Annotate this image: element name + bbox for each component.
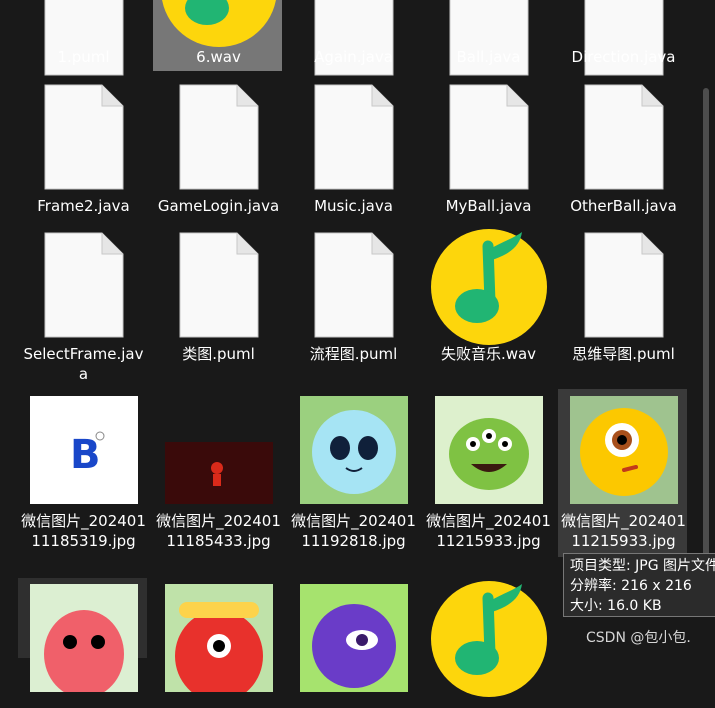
file-name-label: GameLogin.java <box>157 197 280 215</box>
file-name-label: 流程图.puml <box>309 345 398 363</box>
image-thumbnail: B <box>29 396 138 504</box>
file-info-tooltip: 项目类型: JPG 图片文件 分辨率: 216 x 216 大小: 16.0 K… <box>563 553 715 617</box>
document-file-icon <box>584 232 664 338</box>
svg-text:B: B <box>70 432 101 478</box>
image-thumbnail <box>434 396 543 504</box>
document-file-icon <box>314 84 394 190</box>
file-name-label: 微信图片_20240111192818.jpg <box>291 512 416 550</box>
image-thumbnail <box>29 584 138 692</box>
file-name-label: 失败音乐.wav <box>440 345 537 363</box>
document-file-icon <box>584 84 664 190</box>
document-file-icon <box>179 84 259 190</box>
image-thumbnail <box>299 396 408 504</box>
image-thumbnail <box>569 396 678 504</box>
file-name-label: 微信图片_20240111215933.jpg <box>561 512 686 550</box>
file-name-label: 思维导图.puml <box>572 345 675 363</box>
file-name-label: 微信图片_20240111185319.jpg <box>21 512 146 550</box>
file-name-label: Ball.java <box>456 48 521 66</box>
image-thumbnail <box>299 584 408 692</box>
file-name-label: SelectFrame.java <box>23 345 144 383</box>
file-name-label: 微信图片_20240111185433.jpg <box>156 512 281 550</box>
file-name-label: Direction.java <box>571 48 676 66</box>
image-thumbnail <box>164 396 273 504</box>
document-file-icon <box>44 84 124 190</box>
watermark: CSDN @包小包. <box>586 630 691 646</box>
image-thumbnail <box>164 584 273 692</box>
document-file-icon <box>314 232 394 338</box>
file-name-label: OtherBall.java <box>570 197 677 215</box>
file-name-label: 1.puml <box>57 48 110 66</box>
document-file-icon <box>179 232 259 338</box>
music-file-icon <box>430 228 548 346</box>
document-file-icon <box>44 232 124 338</box>
vertical-scrollbar[interactable] <box>703 88 709 556</box>
music-file-icon <box>160 0 278 48</box>
tooltip-resolution: 分辨率: 216 x 216 <box>570 578 692 594</box>
file-name-label: 6.wav <box>196 48 241 66</box>
file-name-label: Music.java <box>314 197 393 215</box>
file-name-label: MyBall.java <box>445 197 532 215</box>
file-name-label: Again.java <box>314 48 393 66</box>
tooltip-type: 项目类型: JPG 图片文件 <box>570 558 715 574</box>
music-file-icon <box>430 580 548 698</box>
tooltip-size: 大小: 16.0 KB <box>570 598 662 614</box>
file-name-label: 类图.puml <box>182 345 255 363</box>
file-name-label: Frame2.java <box>37 197 130 215</box>
document-file-icon <box>449 84 529 190</box>
file-name-label: 微信图片_20240111215933.jpg <box>426 512 551 550</box>
